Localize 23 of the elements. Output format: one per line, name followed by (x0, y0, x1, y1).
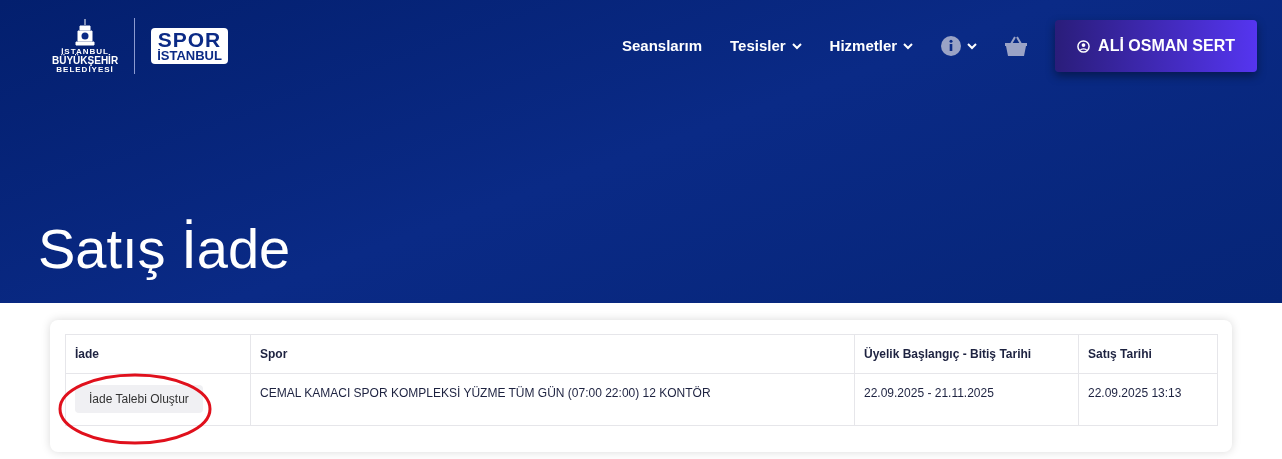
column-header: İade (65, 334, 251, 374)
spor-istanbul-logo: SPOR İSTANBUL (151, 27, 228, 65)
basket-button[interactable] (1005, 36, 1028, 56)
info-menu[interactable] (941, 36, 978, 56)
column-header: Spor (250, 334, 855, 374)
column-header: Üyelik Başlangıç - Bitiş Tarihi (854, 334, 1079, 374)
table-cell: 22.09.2025 - 21.11.2025 (854, 373, 1079, 426)
nav-link[interactable]: Seanslarım (621, 34, 702, 58)
user-button[interactable]: ALİ OSMAN SERT (1055, 20, 1257, 72)
user-icon (1077, 39, 1091, 53)
chevron-icon (903, 42, 914, 50)
table-cell: 22.09.2025 13:13 (1078, 373, 1218, 426)
basket-icon (1005, 36, 1028, 56)
column-header: Satış Tarihi (1078, 334, 1218, 374)
refund-request-button[interactable]: İade Talebi Oluştur (75, 385, 203, 413)
nav-dropdown[interactable]: Tesisler (730, 34, 802, 58)
nav-dropdown[interactable]: Hizmetler (829, 34, 914, 58)
chevron-icon (791, 42, 802, 50)
page-title: Satış İade (38, 216, 291, 282)
municipality-logo: İSTANBUL BÜYÜKŞEHİR BELEDİYESİ (52, 18, 119, 74)
info-icon (941, 36, 962, 56)
table-cell: CEMAL KAMACI SPOR KOMPLEKSİ YÜZME TÜM GÜN (07:00 22:00) 12 KONTÖR (250, 373, 855, 426)
chevron-icon (967, 42, 978, 50)
